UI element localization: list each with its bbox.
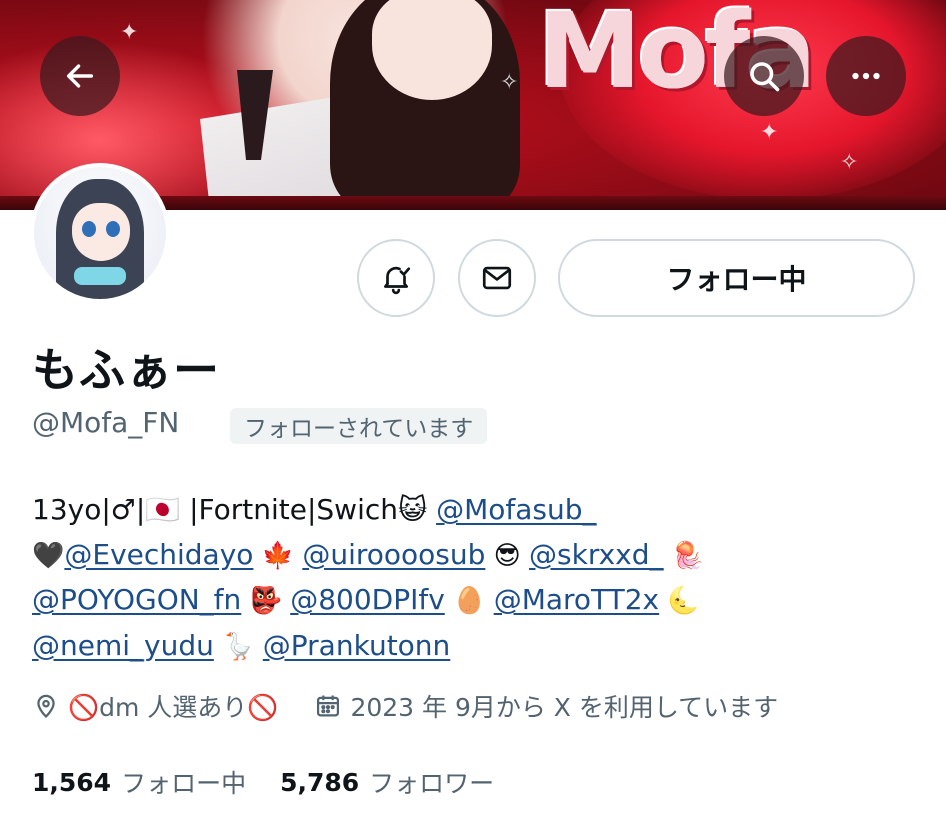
back-button[interactable]	[40, 36, 120, 116]
joined-text: 2023 年 9月から X を利用しています	[350, 693, 779, 722]
avatar-image	[34, 167, 166, 299]
notifications-button[interactable]	[357, 239, 435, 317]
avatar-bow	[74, 267, 126, 285]
follows-you-badge: フォローされています	[230, 408, 488, 444]
sparkle-icon: ✦	[120, 20, 139, 45]
profile-meta: 🚫dm 人選あり🚫 2023 年 9月から X を利用しています	[32, 688, 814, 724]
bio-line-2: 🖤@Evechidayo 🍁 @uiroooosub 😎 @skrxxd_ 🪼	[32, 533, 922, 579]
bell-icon	[384, 266, 411, 295]
moon-emoji: 🌜	[659, 586, 700, 616]
profile-bio: 13yo|♂|🇯🇵 |Fortnite|Swich😺 @Mofasub_ 🖤@E…	[32, 488, 922, 669]
goose-emoji: 🪿	[213, 631, 263, 662]
black-heart-emoji: 🖤	[32, 540, 65, 571]
more-button[interactable]	[826, 36, 906, 116]
followers-count[interactable]: 5,786	[280, 768, 359, 797]
mention-link[interactable]: @Mofasub_	[436, 493, 596, 526]
sparkle-icon: ✧	[840, 150, 859, 175]
tengu-emoji: 👺	[241, 586, 291, 616]
bio-line-4: @nemi_yudu 🪿 @Prankutonn	[32, 624, 922, 670]
mention-link[interactable]: @POYOGON_fn	[32, 583, 241, 616]
search-icon	[750, 62, 780, 92]
location-pin-icon	[37, 694, 55, 719]
leaf-emoji: 🍁	[253, 540, 303, 571]
jellyfish-emoji: 🪼	[663, 540, 705, 571]
mail-icon	[482, 266, 512, 290]
bio-line-3: @POYOGON_fn 👺 @800DPIfv 🥚 @MaroTT2x 🌜	[32, 578, 922, 624]
mention-link[interactable]: @skrxxd_	[529, 538, 663, 571]
user-handle: @Mofa_FN	[32, 406, 180, 439]
location-item: 🚫dm 人選あり🚫	[32, 688, 278, 724]
sparkle-icon: ✧	[500, 70, 519, 95]
display-name: もふぁー	[32, 343, 220, 397]
joined-item: 2023 年 9月から X を利用しています	[314, 688, 778, 724]
following-count[interactable]: 1,564	[32, 768, 111, 797]
mention-link[interactable]: @MaroTT2x	[494, 583, 659, 616]
followers-label[interactable]: フォロワー	[369, 764, 494, 800]
more-horizontal-icon	[852, 72, 880, 80]
avatar-face	[72, 203, 130, 261]
following-label[interactable]: フォロー中	[121, 764, 246, 800]
mention-link[interactable]: @Prankutonn	[263, 629, 451, 662]
message-button[interactable]	[458, 239, 536, 317]
arrow-left-icon	[66, 64, 94, 88]
mention-link[interactable]: @Evechidayo	[64, 538, 253, 571]
avatar-eye	[82, 221, 96, 237]
location-text: 🚫dm 人選あり🚫	[68, 693, 279, 722]
mention-link[interactable]: @800DPIfv	[290, 583, 445, 616]
following-button[interactable]: フォロー中	[558, 239, 915, 317]
mention-link[interactable]: @nemi_yudu	[32, 629, 214, 662]
sparkle-icon: ✦	[760, 120, 779, 145]
calendar-icon	[317, 695, 340, 717]
bio-text: 13yo|♂|🇯🇵 |Fortnite|Swich😺	[32, 493, 437, 526]
avatar-eye	[106, 221, 120, 237]
bio-line-1: 13yo|♂|🇯🇵 |Fortnite|Swich😺 @Mofasub_	[32, 488, 922, 533]
egg-emoji: 🥚	[444, 586, 494, 616]
follow-stats: 1,564 フォロー中 5,786 フォロワー	[32, 764, 528, 800]
mention-link[interactable]: @uiroooosub	[302, 538, 485, 571]
avatar[interactable]	[30, 163, 170, 303]
search-button[interactable]	[724, 36, 804, 116]
sunglasses-emoji: 😎	[485, 540, 530, 571]
